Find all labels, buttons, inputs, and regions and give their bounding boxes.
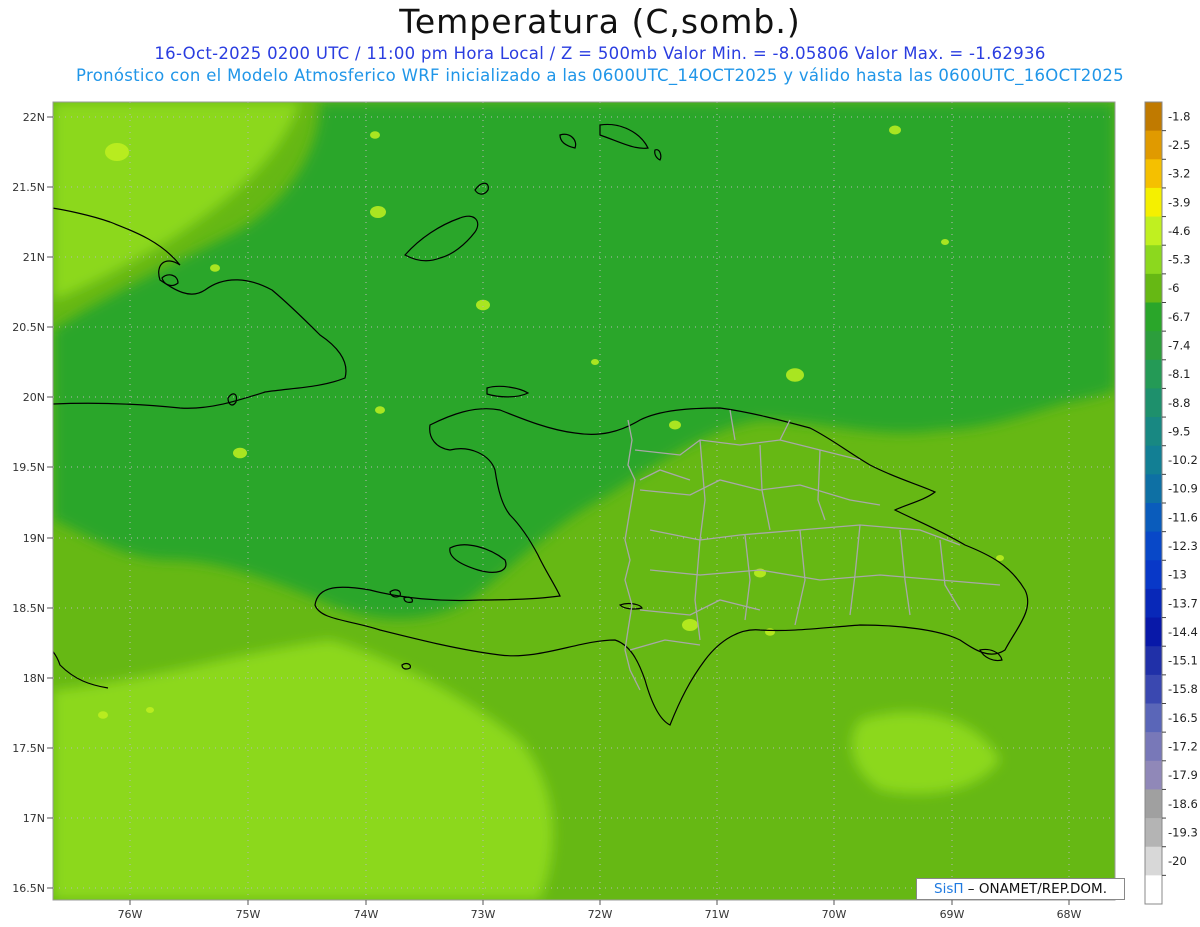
colorbar-label: -10.2 (1168, 453, 1198, 467)
warm-spot (682, 619, 698, 631)
lat-label: 18N (23, 672, 45, 685)
warm-spot (105, 143, 129, 161)
colorbar: -1.8 -2.5 -3.2 -3.9 -4.6 -5.3 -6 -6.7 -7.4 -8.1 -8… (1144, 101, 1198, 905)
colorbar-label: -1.8 (1168, 109, 1190, 123)
colorbar-swatch (1145, 674, 1162, 704)
credit-text: – ONAMET/REP.DOM. (963, 881, 1107, 897)
colorbar-swatch (1145, 732, 1162, 762)
colorbar-swatch (1145, 187, 1162, 218)
colorbar-label: -20 (1168, 854, 1187, 868)
colorbar-label: -3.9 (1168, 195, 1190, 209)
colorbar-label: -15.8 (1168, 682, 1198, 696)
warm-spot (669, 420, 681, 430)
colorbar-label: -13.7 (1168, 596, 1198, 610)
warm-spot (233, 447, 247, 459)
colorbar-swatch (1145, 417, 1162, 447)
lat-label: 20N (23, 391, 45, 404)
warm-spot (476, 299, 490, 311)
colorbar-swatch (1145, 302, 1162, 332)
colorbar-label: -2.5 (1168, 138, 1190, 152)
warm-spot (370, 206, 386, 218)
lat-label: 19N (23, 532, 45, 545)
colorbar-swatch (1145, 245, 1162, 275)
colorbar-swatch (1145, 159, 1162, 189)
credit-logo: SisΠ (934, 881, 964, 897)
lat-label: 18.5N (12, 602, 45, 615)
warm-spot (210, 264, 220, 272)
lon-label: 70W (822, 908, 847, 921)
colorbar-swatch (1145, 273, 1162, 303)
colorbar-label: -6.7 (1168, 310, 1190, 324)
colorbar-label: -8.1 (1168, 367, 1190, 381)
lon-label: 75W (236, 908, 261, 921)
lat-label: 20.5N (12, 321, 45, 334)
lat-label: 21.5N (12, 181, 45, 194)
lat-label: 22N (23, 111, 45, 124)
colorbar-swatch (1145, 818, 1162, 848)
colorbar-label: -3.2 (1168, 167, 1190, 181)
colorbar-swatch (1145, 646, 1162, 676)
colorbar-swatch (1145, 130, 1162, 160)
warm-spot (98, 711, 108, 719)
colorbar-swatch (1145, 617, 1162, 647)
colorbar-swatch (1145, 760, 1162, 790)
colorbar-swatch (1145, 102, 1162, 132)
field-layer (53, 102, 1115, 900)
colorbar-swatch (1145, 388, 1162, 418)
warm-spot (786, 368, 804, 382)
lat-label: 17N (23, 812, 45, 825)
temperature-map: 76W 75W 74W 73W 72W 71W 70W 69W 68W 22N 21.5N 21N 20… (12, 101, 1198, 921)
colorbar-swatch (1145, 331, 1162, 361)
colorbar-swatch (1145, 216, 1162, 246)
colorbar-swatch (1145, 445, 1162, 475)
colorbar-swatch (1145, 560, 1162, 590)
colorbar-label: -4.6 (1168, 224, 1190, 238)
warm-spot (375, 406, 385, 414)
lat-label: 17.5N (12, 742, 45, 755)
warm-spot (765, 628, 775, 636)
warm-spot (889, 125, 901, 135)
colorbar-label: -17.9 (1168, 768, 1198, 782)
colorbar-swatch (1145, 846, 1162, 876)
lon-label: 72W (588, 908, 613, 921)
warm-spot (370, 131, 380, 139)
colorbar-label: -19.3 (1168, 825, 1198, 839)
colorbar-label: -15.1 (1168, 654, 1198, 668)
colorbar-swatch (1145, 703, 1162, 733)
colorbar-label: -12.3 (1168, 539, 1198, 553)
warm-spot (996, 555, 1004, 561)
colorbar-label: -16.5 (1168, 711, 1198, 725)
colorbar-swatch (1145, 875, 1162, 905)
colorbar-swatch (1145, 503, 1162, 533)
lat-label: 19.5N (12, 461, 45, 474)
credit-box: SisΠ – ONAMET/REP.DOM. (916, 878, 1125, 900)
colorbar-swatch (1145, 531, 1162, 561)
colorbar-label: -14.4 (1168, 625, 1198, 639)
colorbar-label: -7.4 (1168, 338, 1190, 352)
lon-label: 68W (1057, 908, 1082, 921)
lon-label: 73W (471, 908, 496, 921)
colorbar-label: -5.3 (1168, 253, 1190, 267)
colorbar-swatch (1145, 789, 1162, 819)
lon-label: 69W (940, 908, 965, 921)
warm-spot (941, 239, 949, 245)
colorbar-label: -11.6 (1168, 510, 1198, 524)
colorbar-label: -8.8 (1168, 396, 1190, 410)
colorbar-label: -18.6 (1168, 797, 1198, 811)
colorbar-swatch (1145, 359, 1162, 389)
colorbar-swatch (1145, 588, 1162, 619)
lon-label: 76W (118, 908, 143, 921)
lat-label: 16.5N (12, 882, 45, 895)
colorbar-label: -6 (1168, 281, 1179, 295)
warm-spot (591, 359, 599, 365)
colorbar-label: -9.5 (1168, 424, 1190, 438)
lat-label: 21N (23, 251, 45, 264)
colorbar-label: -17.2 (1168, 739, 1198, 753)
lon-label: 71W (705, 908, 730, 921)
warm-spot (146, 707, 154, 713)
colorbar-swatch (1145, 474, 1162, 504)
colorbar-label: -13 (1168, 568, 1187, 582)
colorbar-label: -10.9 (1168, 482, 1198, 496)
lon-label: 74W (354, 908, 379, 921)
